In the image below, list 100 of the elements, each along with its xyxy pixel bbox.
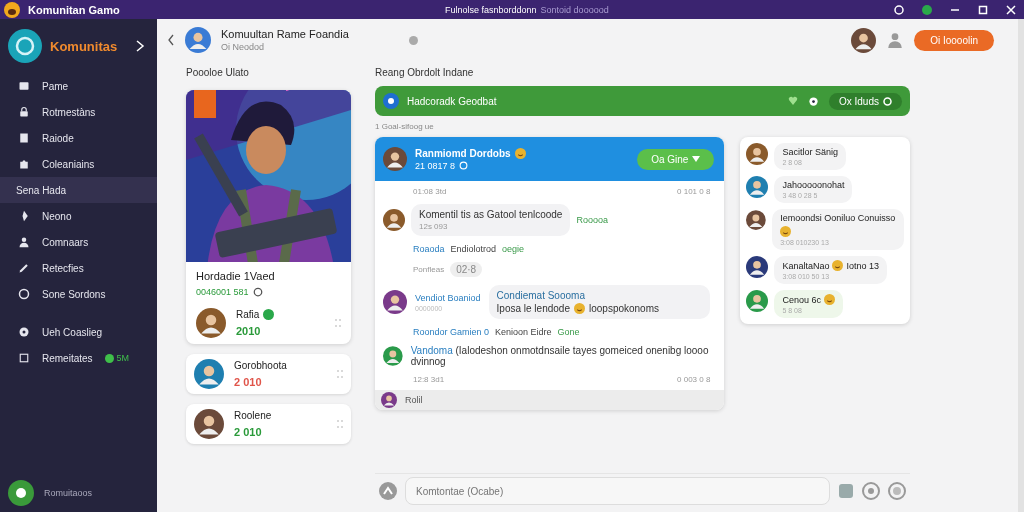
section-heading: Poooloe Ulato bbox=[186, 67, 250, 78]
camera-icon[interactable] bbox=[862, 482, 880, 500]
reply-text: Endiolotrod bbox=[450, 244, 497, 254]
window-title: Komunitan Gamo bbox=[28, 3, 120, 16]
status-icon bbox=[459, 161, 469, 170]
group-icon bbox=[383, 93, 399, 109]
sidebar-item[interactable]: Sone Sordons bbox=[0, 281, 157, 307]
message-bubble: Condiemat Soooma Iposa le lendode loopspokonoms bbox=[488, 285, 711, 319]
sidebar-item[interactable]: Remeitates 5M bbox=[0, 345, 157, 371]
smiley-icon bbox=[832, 260, 844, 271]
smiley-icon bbox=[573, 303, 585, 314]
contact-name: KanaltaNao bbox=[782, 260, 830, 271]
emoji-icon[interactable] bbox=[888, 482, 906, 500]
contact-name: Cenou 6c bbox=[782, 294, 821, 305]
banner-pill[interactable]: Ox Iduds bbox=[828, 92, 902, 110]
logo-icon bbox=[4, 1, 20, 18]
contact-name: Iemoondsi Ooniluo Conuisso bbox=[780, 213, 896, 223]
reply-text: oegie bbox=[502, 244, 525, 254]
avatar bbox=[383, 290, 407, 314]
sidebar-item[interactable]: Rotmestàns bbox=[0, 99, 157, 125]
message-time: 12s 093 bbox=[419, 222, 449, 231]
member-score: 2010 bbox=[236, 325, 262, 337]
avatar bbox=[851, 27, 877, 53]
meta-text: Ponfleas bbox=[413, 265, 445, 274]
member-card[interactable]: Roolene 2 010 bbox=[186, 404, 351, 444]
avatar bbox=[185, 27, 211, 53]
message-text: Vandoma (Ialodeshon onmotdnsaile tayes gomeiced onenibg loooo dvinnog bbox=[410, 345, 710, 367]
avatar bbox=[746, 143, 769, 165]
avatar bbox=[746, 290, 769, 312]
chat-title: Ranmiomd Dordobs bbox=[415, 147, 511, 159]
member-card[interactable]: Gorobhoota 2 010 bbox=[186, 354, 351, 394]
avatar bbox=[746, 256, 769, 278]
bag-icon bbox=[18, 158, 30, 170]
message-author: Vendiot Boaniod bbox=[415, 292, 481, 303]
avatar bbox=[196, 308, 226, 338]
reply-text: Roaoda bbox=[413, 244, 445, 254]
sidebar-header: Komunitas bbox=[50, 38, 118, 54]
page-title: Komuultan Rame Foandia bbox=[221, 28, 349, 40]
sidebar-item[interactable]: Neono bbox=[0, 203, 157, 229]
avatar bbox=[194, 359, 224, 389]
reply-text: Kenioon Eidre bbox=[495, 327, 552, 337]
book-icon bbox=[18, 132, 30, 144]
member-name: Rafia bbox=[236, 309, 260, 320]
badge-count: 5M bbox=[116, 353, 130, 363]
reply-text: Gone bbox=[557, 327, 580, 337]
smiley-icon bbox=[780, 226, 792, 237]
timestamp: 01:08 3td bbox=[413, 187, 447, 196]
close-icon[interactable] bbox=[1006, 4, 1016, 15]
contact-extra: Iotno 13 bbox=[846, 260, 879, 271]
chat-footer-name: Rolil bbox=[405, 395, 423, 405]
image-icon[interactable] bbox=[838, 483, 854, 499]
reply-text: Roondor Gamien 0 bbox=[413, 327, 490, 337]
group-banner[interactable]: Hadcoradk Geodbat Ox Iduds bbox=[375, 86, 910, 116]
message-stats: 0 003 0 8 bbox=[677, 375, 711, 384]
lock-icon bbox=[18, 106, 30, 118]
dot-icon bbox=[408, 35, 418, 45]
back-icon[interactable] bbox=[167, 34, 175, 46]
sidebar-item[interactable]: Comnaars bbox=[0, 229, 157, 255]
member-score: 2 010 bbox=[234, 426, 263, 438]
message-bubble: Komentil tis as Gatool tenlcoode 12s 093 bbox=[411, 204, 571, 236]
heart-icon[interactable] bbox=[787, 96, 798, 106]
message-field[interactable]: Komtontae (Ocabe) bbox=[405, 477, 830, 505]
avatar bbox=[746, 176, 769, 198]
sidebar-item[interactable]: Ueh Coaslieg bbox=[0, 319, 157, 345]
message-tag: Rooooa bbox=[576, 215, 608, 225]
timestamp: 12:8 3d1 bbox=[413, 375, 445, 384]
sidebar-section: Sena Hada bbox=[0, 177, 157, 203]
chevron-right-icon[interactable] bbox=[135, 40, 145, 52]
chat-subtitle: 21 0817 8 bbox=[415, 160, 456, 171]
sidebar-item[interactable]: Retecfies bbox=[0, 255, 157, 281]
sidebar-item[interactable]: Pame bbox=[0, 73, 157, 99]
member-name: Gorobhoota bbox=[234, 360, 287, 371]
avatar bbox=[383, 345, 403, 367]
sidebar-item[interactable]: Coleaniains bbox=[0, 151, 157, 177]
image-icon bbox=[18, 80, 30, 92]
section-heading: Reang Obrdolt Indane bbox=[375, 67, 475, 78]
user-icon bbox=[18, 236, 30, 248]
pen-icon bbox=[18, 262, 30, 274]
contact-name: Jahooooonohat bbox=[782, 180, 845, 190]
avatar bbox=[383, 147, 407, 171]
avatar bbox=[194, 409, 224, 439]
player-stat: 0046001 581 bbox=[196, 287, 249, 297]
smiley-icon bbox=[514, 147, 526, 159]
window-subtitle: Fulnolse fasnborddonn bbox=[445, 4, 537, 15]
user-icon bbox=[886, 31, 905, 49]
sidebar-item[interactable]: Raiode bbox=[0, 125, 157, 151]
maximize-icon[interactable] bbox=[978, 4, 988, 15]
contact-name: Sacitlor Sänig bbox=[782, 147, 838, 157]
message-stats: 0 101 0 8 bbox=[677, 187, 711, 196]
sidebar-footer: Romuitaoos bbox=[44, 488, 93, 498]
attach-icon[interactable] bbox=[379, 482, 397, 500]
bubble-icon bbox=[104, 353, 114, 363]
window-subtitle: Sontoid doooood bbox=[540, 4, 609, 15]
avatar bbox=[746, 209, 767, 231]
member-score: 2 010 bbox=[234, 376, 263, 388]
banner-title: Hadcoradk Geodbat bbox=[407, 95, 497, 107]
page-subtitle: Oi Neodod bbox=[221, 42, 266, 52]
player-name: Hordadie 1Vaed bbox=[196, 270, 276, 282]
caret-icon bbox=[692, 156, 701, 162]
note-text: 1 Goal-sifoog ue bbox=[375, 122, 435, 131]
